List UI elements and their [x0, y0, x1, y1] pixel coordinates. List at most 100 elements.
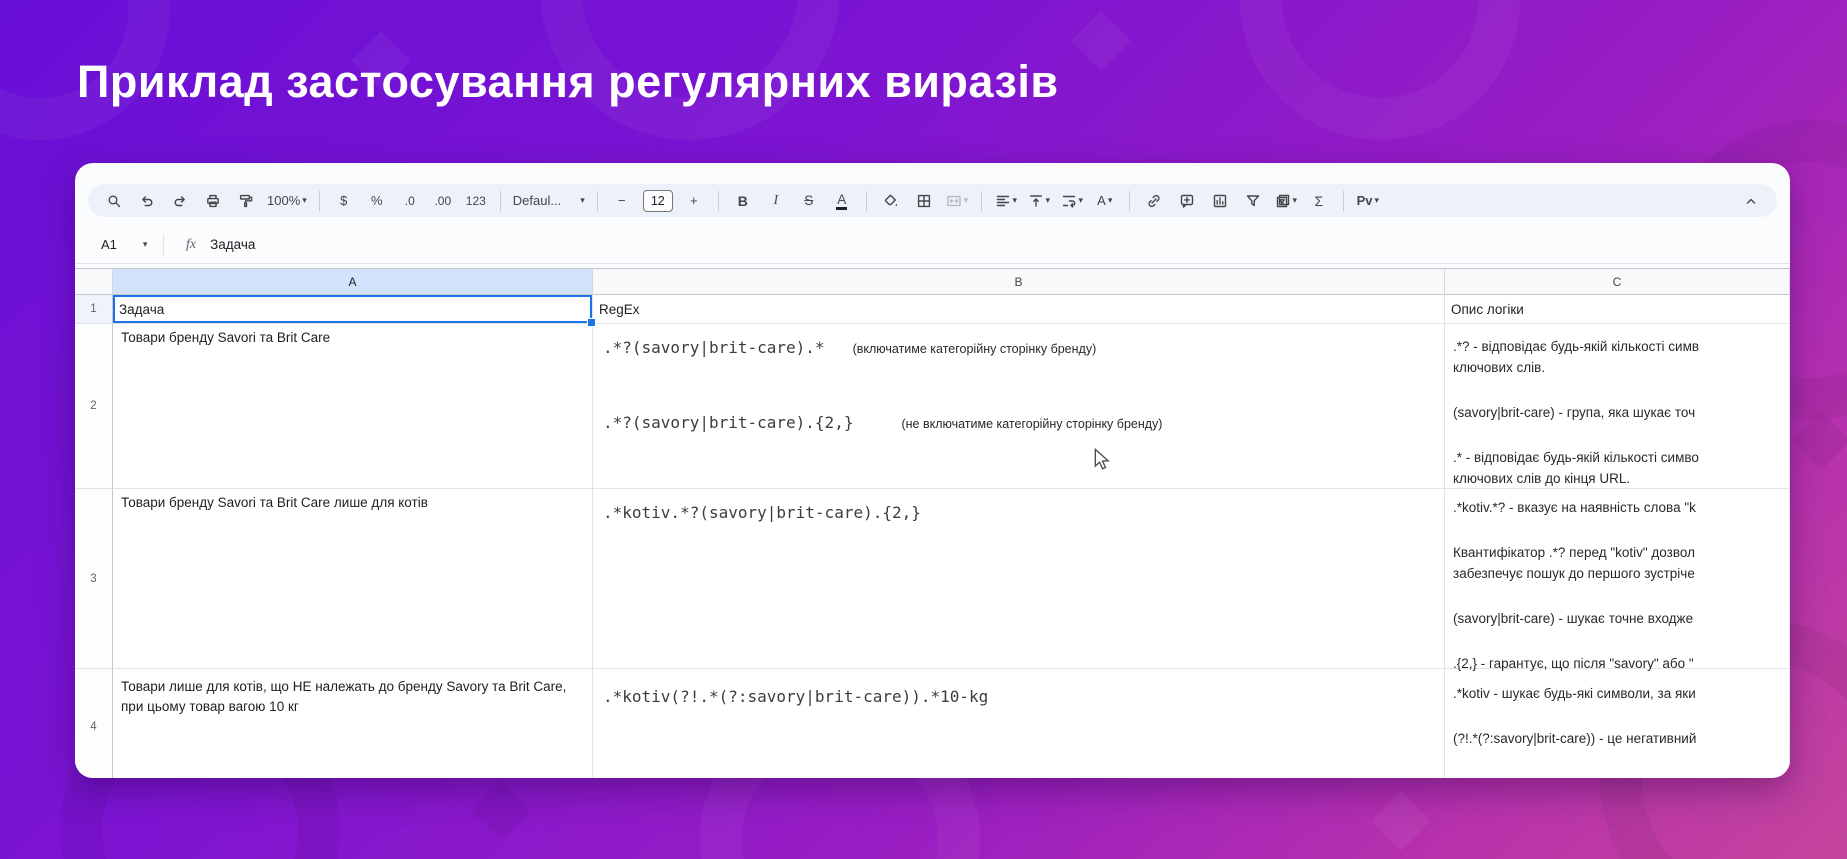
background-pattern	[471, 781, 531, 841]
format-percent-button[interactable]: %	[365, 189, 389, 213]
increase-decimal-button[interactable]: .00	[431, 189, 455, 213]
cell-c3[interactable]: .*kotiv.*? - вказує на наявність слова "…	[1445, 489, 1790, 671]
redo-icon	[174, 195, 185, 206]
undo-button[interactable]	[135, 189, 159, 213]
description-paragraph: (savory|brit-care) - група, яка шукає то…	[1453, 402, 1789, 423]
print-button[interactable]	[201, 189, 225, 213]
font-select[interactable]: Defaul... ▾	[513, 189, 585, 213]
row-header-4[interactable]: 4	[75, 669, 113, 778]
regex-note: (не включатиме категорійну сторінку брен…	[901, 417, 1163, 431]
strikethrough-label: S	[804, 193, 814, 208]
background-pattern	[1071, 11, 1131, 71]
cell-a2-value: Товари бренду Savori та Brit Care	[121, 330, 331, 345]
fill-color-icon	[884, 194, 897, 206]
formula-bar: A1 ▾ fx Задача	[75, 226, 1790, 264]
regex-code: .*kotiv(?!.*(?:savory|brit-care)).*10-kg	[603, 687, 989, 706]
cell-b4[interactable]: .*kotiv(?!.*(?:savory|brit-care)).*10-kg	[593, 669, 1445, 778]
fill-color-button[interactable]	[879, 189, 903, 213]
merge-dropdown-icon: ▾	[963, 195, 969, 205]
zoom-select[interactable]: 100% ▾	[267, 189, 307, 213]
row-header-3[interactable]: 3	[75, 489, 113, 669]
font-name: Defaul...	[512, 193, 562, 208]
row-header-2[interactable]: 2	[75, 324, 113, 489]
corner-select-all[interactable]	[75, 269, 113, 295]
search-button[interactable]	[102, 189, 126, 213]
bold-button[interactable]: B	[731, 189, 755, 213]
column-header-a[interactable]: A	[113, 269, 593, 295]
decrease-decimal-button[interactable]: .0	[398, 189, 422, 213]
formula-fx-icon: fx	[186, 236, 197, 252]
font-size-input[interactable]: 12	[642, 189, 673, 212]
collapse-toolbar-button[interactable]	[1739, 189, 1763, 213]
strikethrough-button[interactable]: S	[797, 189, 821, 213]
vertical-align-dropdown-icon: ▾	[1045, 195, 1051, 205]
functions-button[interactable]: Σ	[1307, 189, 1331, 213]
bold-label: B	[737, 192, 748, 209]
cell-a4[interactable]: Товари лише для котів, що НЕ належать до…	[113, 669, 593, 778]
insert-chart-button[interactable]	[1208, 189, 1232, 213]
regex-code: .*?(savory|brit-care).{2,}	[603, 413, 854, 432]
vertical-align-button[interactable]: ▾	[1027, 189, 1051, 213]
cell-a3[interactable]: Товари бренду Savori та Brit Care лише д…	[113, 489, 593, 669]
search-icon	[108, 195, 121, 207]
merge-cells-button[interactable]: ▾	[945, 189, 969, 213]
text-rotation-button[interactable]: A ▾	[1093, 189, 1117, 213]
background-pattern	[1791, 411, 1847, 471]
plus-label: +	[689, 193, 698, 208]
filter-views-button[interactable]: ▾	[1274, 189, 1298, 213]
text-wrap-button[interactable]: ▾	[1060, 189, 1084, 213]
decrease-font-size-button[interactable]: −	[610, 189, 634, 213]
row-header-1[interactable]: 1	[75, 295, 113, 324]
cell-b1[interactable]: RegEx	[593, 295, 1445, 324]
cell-ref-dropdown-icon: ▾	[142, 239, 148, 249]
font-dropdown-icon: ▾	[580, 195, 585, 205]
toolbar-divider	[596, 190, 598, 211]
minus-label: −	[617, 193, 626, 208]
name-box[interactable]: A1 ▾	[75, 237, 163, 252]
insert-comment-button[interactable]	[1175, 189, 1199, 213]
text-color-button[interactable]: A	[830, 189, 854, 213]
borders-button[interactable]	[912, 189, 936, 213]
cell-b1-value: RegEx	[599, 301, 640, 317]
increase-font-size-button[interactable]: +	[682, 189, 706, 213]
column-header-c[interactable]: C	[1445, 269, 1790, 295]
spreadsheet-window: 100% ▾ $ % .0 .00 123 Defaul... ▾ − 12 +…	[75, 163, 1790, 778]
paint-format-button[interactable]	[234, 189, 258, 213]
cell-a1[interactable]: Задача	[113, 295, 596, 327]
pivot-button[interactable]: Pv ▾	[1356, 189, 1380, 213]
column-header-b[interactable]: B	[593, 269, 1445, 295]
cell-a2[interactable]: Товари бренду Savori та Brit Care	[113, 324, 593, 489]
percent-label: %	[371, 193, 383, 208]
description-line: (savory|brit-care) - група, яка шукає то…	[1453, 405, 1696, 420]
redo-button[interactable]	[168, 189, 192, 213]
italic-button[interactable]: I	[764, 189, 788, 213]
cell-c1[interactable]: Опис логіки	[1445, 295, 1790, 324]
create-filter-button[interactable]	[1241, 189, 1265, 213]
increase-decimal-label: .00	[434, 193, 452, 208]
insert-link-button[interactable]	[1142, 189, 1166, 213]
more-formats-button[interactable]: 123	[464, 189, 488, 213]
toolbar-divider	[980, 190, 982, 211]
toolbar-divider	[318, 190, 320, 211]
description-paragraph: Квантифікатор .*? перед "kotiv" дозвол за…	[1453, 542, 1789, 584]
print-icon	[207, 194, 219, 207]
cell-b2[interactable]: .*?(savory|brit-care).* (включатиме катег…	[593, 324, 1445, 489]
description-line: .*kotiv - шукає будь-які символи, за яки	[1453, 686, 1696, 701]
cell-c2[interactable]: .*? - відповідає будь-якій кількості сим…	[1445, 324, 1790, 489]
filter-views-icon	[1276, 194, 1289, 207]
merge-cells-icon	[946, 195, 961, 206]
description-line: .*? - відповідає будь-якій кількості сим…	[1453, 339, 1700, 354]
zoom-dropdown-icon: ▾	[302, 195, 307, 205]
description-line: .* - відповідає будь-якій кількості симв…	[1453, 450, 1699, 465]
toolbar-divider	[1128, 190, 1130, 211]
cell-c4[interactable]: .*kotiv - шукає будь-які символи, за яки…	[1445, 669, 1790, 778]
text-rotation-label: A	[1097, 193, 1106, 208]
horizontal-align-button[interactable]: ▾	[994, 189, 1018, 213]
format-currency-button[interactable]: $	[332, 189, 356, 213]
horizontal-align-dropdown-icon: ▾	[1012, 195, 1018, 205]
formula-input[interactable]: Задача	[210, 237, 255, 252]
cell-a3-value: Товари бренду Savori та Brit Care лише д…	[121, 495, 428, 510]
currency-label: $	[340, 193, 348, 208]
cell-b3[interactable]: .*kotiv.*?(savory|brit-care).{2,}	[593, 489, 1445, 669]
formula-bar-divider	[163, 233, 164, 256]
